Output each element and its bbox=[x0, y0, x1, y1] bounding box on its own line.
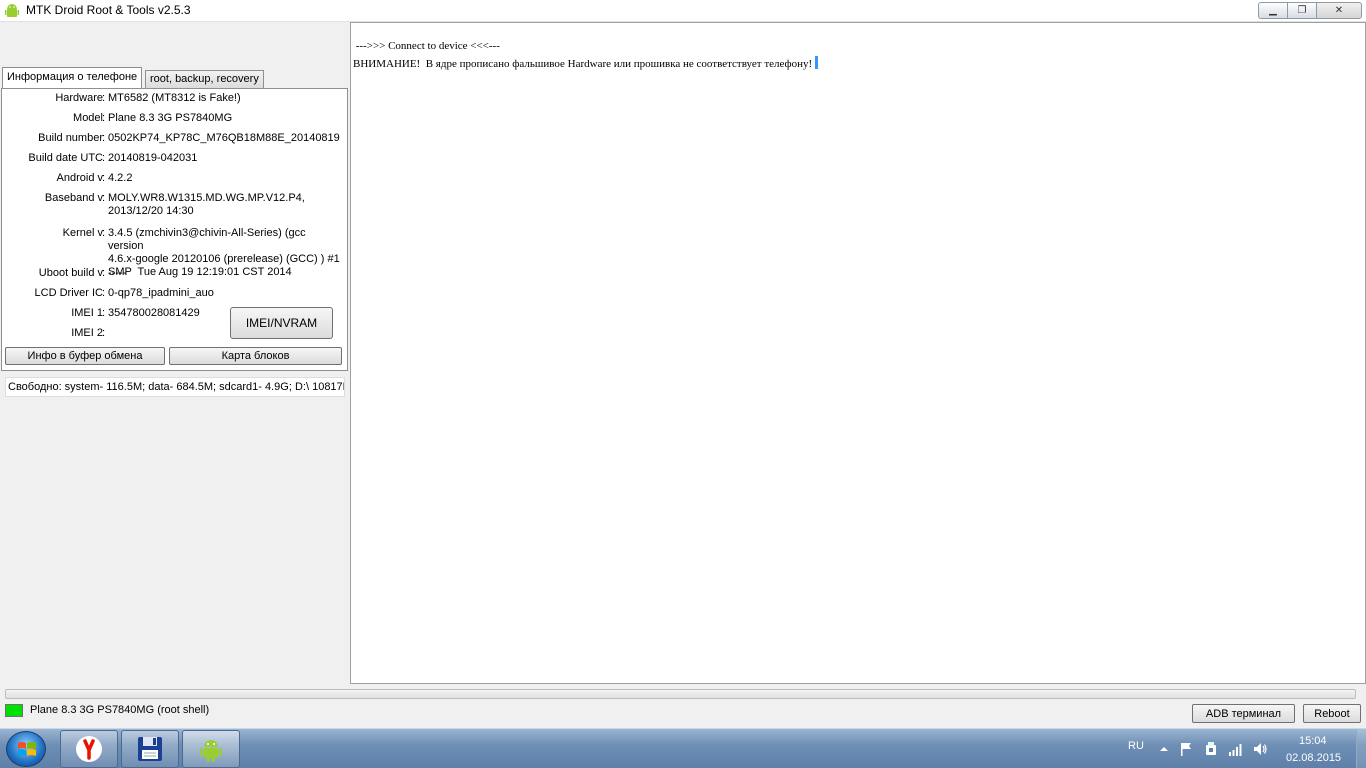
hardware-value: MT6582 (MT8312 is Fake!) bbox=[108, 92, 241, 104]
maximize-button[interactable]: ❐ bbox=[1287, 2, 1317, 19]
model-label: Model bbox=[73, 112, 103, 124]
baseband-label: Baseband v bbox=[44, 192, 103, 204]
tab-phone-info[interactable]: Информация о телефоне bbox=[2, 67, 143, 88]
build-number-label: Build number bbox=[38, 132, 103, 144]
connection-status-led bbox=[5, 704, 23, 717]
build-number-value: 0502KP74_KP78C_M76QB18M88E_20140819 bbox=[108, 132, 340, 144]
colon: : bbox=[102, 152, 106, 164]
clock-time[interactable]: 15:04 bbox=[1299, 735, 1327, 747]
copy-info-button[interactable]: Инфо в буфер обмена bbox=[5, 347, 165, 365]
title-bar: MTK Droid Root & Tools v2.5.3 ▁ ❐ ✕ bbox=[0, 0, 1366, 22]
imei1-label: IMEI 1 bbox=[71, 307, 103, 319]
device-status-text: Plane 8.3 3G PS7840MG (root shell) bbox=[30, 704, 210, 716]
log-line: ВНИМАНИЕ! В ядре прописано фальшивое Har… bbox=[353, 54, 818, 70]
taskbar-yandex-browser[interactable] bbox=[60, 730, 118, 768]
taskbar: RU 15:04 02.08.2015 bbox=[0, 728, 1366, 768]
reboot-button[interactable]: Reboot bbox=[1303, 704, 1361, 723]
build-date-value: 20140819-042031 bbox=[108, 152, 198, 164]
log-output[interactable]: --->>> Connect to device <<<--- ВНИМАНИЕ… bbox=[350, 22, 1366, 684]
taskbar-floppy-app[interactable] bbox=[121, 730, 179, 768]
window-title: MTK Droid Root & Tools v2.5.3 bbox=[26, 3, 191, 17]
colon: : bbox=[102, 267, 106, 279]
network-signal-icon[interactable] bbox=[1228, 741, 1244, 757]
android-icon bbox=[200, 740, 222, 762]
usb-device-icon[interactable] bbox=[1203, 741, 1219, 757]
imei2-label: IMEI 2 bbox=[71, 327, 103, 339]
colon: : bbox=[102, 307, 106, 319]
uboot-label: Uboot build v bbox=[38, 267, 103, 279]
close-icon: ✕ bbox=[1334, 5, 1344, 16]
phone-info-panel: Hardware : MT6582 (MT8312 is Fake!) Mode… bbox=[1, 88, 348, 371]
close-button[interactable]: ✕ bbox=[1316, 2, 1362, 19]
text-caret bbox=[814, 56, 818, 69]
start-button[interactable] bbox=[6, 731, 46, 767]
clock-date[interactable]: 02.08.2015 bbox=[1286, 752, 1341, 764]
volume-icon[interactable] bbox=[1252, 741, 1268, 757]
lcd-label: LCD Driver IC bbox=[34, 287, 103, 299]
uboot-value: ----- bbox=[108, 267, 127, 279]
colon: : bbox=[102, 192, 106, 204]
android-value: 4.2.2 bbox=[108, 172, 133, 184]
windows-logo-icon bbox=[18, 742, 36, 756]
taskbar-mtk-droid-tools[interactable] bbox=[182, 730, 240, 768]
colon: : bbox=[102, 112, 106, 124]
log-line-text: ВНИМАНИЕ! В ядре прописано фальшивое Har… bbox=[353, 58, 815, 70]
minimize-icon: ▁ bbox=[1269, 5, 1277, 16]
language-indicator[interactable]: RU bbox=[1128, 740, 1144, 752]
baseband-value: MOLY.WR8.W1315.MD.WG.MP.V12.P4, 2013/12/… bbox=[108, 192, 305, 217]
colon: : bbox=[102, 132, 106, 144]
android-app-icon bbox=[5, 4, 19, 17]
adb-terminal-button[interactable]: ADB терминал bbox=[1192, 704, 1295, 723]
colon: : bbox=[102, 172, 106, 184]
colon: : bbox=[102, 327, 106, 339]
imei-nvram-button[interactable]: IMEI/NVRAM bbox=[230, 307, 333, 339]
log-line: --->>> Connect to device <<<--- bbox=[353, 40, 500, 52]
free-space-field: Свободно: system- 116.5M; data- 684.5M; … bbox=[5, 377, 345, 397]
colon: : bbox=[102, 287, 106, 299]
minimize-button[interactable]: ▁ bbox=[1258, 2, 1288, 19]
floppy-disk-icon bbox=[138, 737, 162, 761]
lcd-value: 0-qp78_ipadmini_auo bbox=[108, 287, 214, 299]
imei1-value: 354780028081429 bbox=[108, 307, 200, 319]
progress-bar bbox=[5, 689, 1356, 699]
model-value: Plane 8.3 3G PS7840MG bbox=[108, 112, 233, 124]
tab-root-backup-recovery[interactable]: root, backup, recovery bbox=[145, 70, 264, 88]
block-map-button[interactable]: Карта блоков bbox=[169, 347, 342, 365]
android-label: Android v bbox=[56, 172, 103, 184]
action-center-flag-icon[interactable] bbox=[1178, 741, 1194, 757]
maximize-icon: ❐ bbox=[1297, 5, 1307, 16]
show-hidden-icons-icon[interactable] bbox=[1156, 741, 1172, 757]
kernel-label: Kernel v bbox=[62, 227, 103, 239]
hardware-label: Hardware bbox=[55, 92, 103, 104]
show-desktop-button[interactable] bbox=[1356, 729, 1366, 768]
colon: : bbox=[102, 92, 106, 104]
build-date-label: Build date UTC bbox=[28, 152, 103, 164]
colon: : bbox=[102, 227, 106, 239]
yandex-browser-icon bbox=[76, 736, 102, 762]
